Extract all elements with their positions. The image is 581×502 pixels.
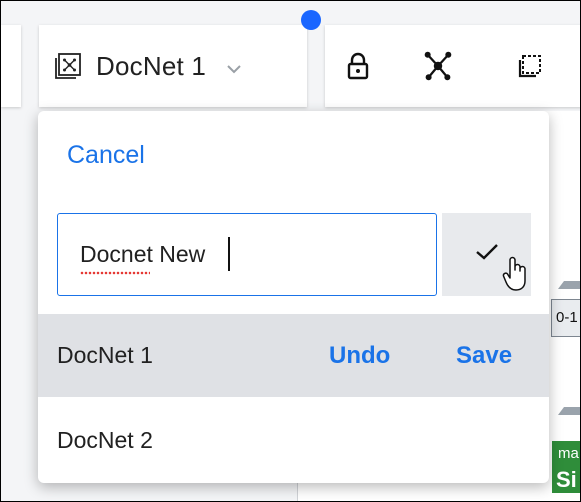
node-connector <box>558 281 580 289</box>
document-selector[interactable]: DocNet 1 <box>39 25 307 107</box>
node-connector <box>558 407 580 415</box>
text-caret <box>228 237 230 271</box>
save-button[interactable]: Save <box>456 342 512 370</box>
undo-button[interactable]: Undo <box>329 342 390 370</box>
hand-cursor-icon <box>502 255 530 293</box>
lock-icon[interactable] <box>343 51 373 81</box>
document-dropdown: Cancel DocNet 1 Undo Save DocNet 2 <box>38 111 549 483</box>
diagram-node[interactable]: 0-1 <box>551 299 580 337</box>
document-network-icon <box>54 52 82 80</box>
rename-row <box>57 213 531 296</box>
cancel-button[interactable]: Cancel <box>67 141 145 170</box>
checkmark-icon <box>474 242 500 267</box>
app-frame: 0-1 ma Si DocNet 1 Cancel Docnet New Doc… <box>0 0 581 502</box>
network-icon[interactable] <box>423 51 453 81</box>
document-name-input[interactable] <box>57 213 437 296</box>
node-label: Si <box>556 467 577 492</box>
status-indicator-dot <box>301 10 321 30</box>
node-label: 0-1 <box>556 309 578 326</box>
selection-icon[interactable] <box>515 51 545 81</box>
chevron-down-icon <box>226 61 242 74</box>
diagram-node-green[interactable]: ma Si <box>552 441 580 493</box>
node-label: ma <box>558 445 579 462</box>
document-title: DocNet 1 <box>96 50 206 81</box>
left-panel-edge <box>1 25 21 107</box>
list-item-label: DocNet 1 <box>57 342 153 368</box>
list-item-label: DocNet 2 <box>57 427 153 453</box>
list-item-docnet-1[interactable]: DocNet 1 Undo Save <box>38 314 549 397</box>
spellcheck-underline <box>80 271 150 275</box>
list-item-docnet-2[interactable]: DocNet 2 <box>38 399 549 482</box>
toolbar-tools <box>325 25 580 107</box>
